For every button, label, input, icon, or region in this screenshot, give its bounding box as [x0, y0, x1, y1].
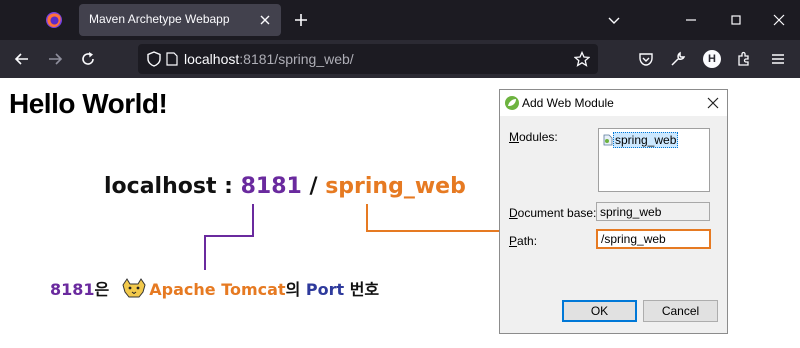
document-base-label: Document base:: [509, 206, 597, 220]
modules-label: Modules:: [509, 130, 558, 144]
port-connector-line: [204, 204, 254, 270]
note-particle: 은: [94, 280, 110, 299]
ok-button[interactable]: OK: [562, 300, 637, 322]
path-input[interactable]: /spring_web: [596, 229, 711, 249]
note-suffix: 번호: [344, 280, 380, 299]
note-app-name: Apache Tomcat: [149, 280, 286, 299]
note-particle: 의: [285, 280, 306, 299]
note-port-number: 8181: [50, 280, 95, 299]
path-label: Path:: [509, 234, 538, 248]
document-base-field: spring_web: [596, 202, 710, 221]
cancel-button[interactable]: Cancel: [643, 300, 718, 322]
dialog-close-icon[interactable]: [706, 96, 720, 110]
dialog-title: Add Web Module: [522, 96, 614, 110]
dialog-titlebar[interactable]: Add Web Module: [500, 90, 727, 116]
list-item[interactable]: spring_web: [603, 132, 679, 148]
note-port-word: Port: [305, 280, 345, 299]
web-project-icon: [603, 134, 613, 146]
tomcat-logo-icon: [122, 278, 146, 298]
spring-leaf-icon: [505, 96, 519, 110]
add-web-module-dialog: Add Web Module Modules: spring_web Docum…: [499, 89, 728, 334]
modules-list[interactable]: spring_web: [598, 128, 710, 192]
module-name: spring_web: [613, 132, 679, 148]
port-note-annotation: 8181은 Apache Tomcat의 Port 번호: [50, 276, 379, 300]
